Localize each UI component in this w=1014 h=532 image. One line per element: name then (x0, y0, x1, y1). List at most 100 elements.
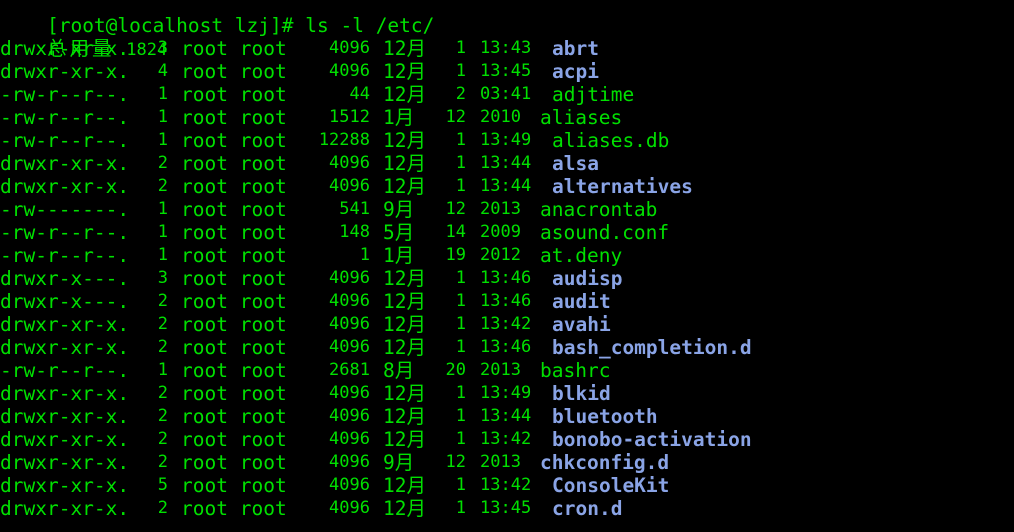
day: 1 (455, 429, 466, 449)
permissions: drwxr-xr-x. (0, 336, 130, 359)
owner-group: root root (181, 497, 287, 520)
permissions: drwxr-xr-x. (0, 175, 130, 198)
day: 1 (455, 291, 466, 311)
month: 12月 (383, 152, 426, 175)
time-or-year: 13:45 (480, 498, 532, 518)
file-size: 4096 (329, 291, 370, 311)
month: 1月 (383, 106, 415, 129)
owner: root (181, 175, 228, 198)
owner-group: root root (181, 428, 287, 451)
file-size: 44 (349, 84, 370, 104)
file-name: anacrontab (540, 198, 658, 221)
list-item: -rw-r--r--. 1 root root 1512 1月 12 2010 aliases (0, 106, 1014, 129)
time-or-year: 2012 (480, 245, 521, 265)
link-count: 3 (157, 38, 168, 58)
owner-group: root root (181, 198, 287, 221)
owner: root (181, 198, 228, 221)
list-item: drwxr-x---. 3 root root 4096 12月 1 13:46 audisp (0, 267, 1014, 290)
owner: root (181, 152, 228, 175)
group: root (239, 336, 287, 359)
owner: root (181, 451, 228, 474)
owner-group: root root (181, 37, 287, 60)
link-count: 2 (157, 498, 168, 518)
file-name: asound.conf (540, 221, 670, 244)
permissions: drwxr-xr-x. (0, 474, 130, 497)
list-item: -rw-r--r--. 1 root root 1 1月 19 2012 at.deny (0, 244, 1014, 267)
link-count: 2 (157, 406, 168, 426)
group: root (239, 129, 287, 152)
owner-group: root root (181, 382, 287, 405)
owner: root (181, 382, 228, 405)
directory-name: ConsoleKit (552, 474, 670, 497)
permissions: drwxr-xr-x. (0, 405, 130, 428)
time-or-year: 2013 (480, 199, 521, 219)
day: 1 (455, 337, 466, 357)
link-count: 1 (157, 130, 168, 150)
list-item: drwxr-xr-x. 2 root root 4096 12月 1 13:44 alsa (0, 152, 1014, 175)
month: 12月 (383, 336, 426, 359)
link-count: 1 (157, 199, 168, 219)
owner: root (181, 129, 228, 152)
owner-group: root root (181, 129, 287, 152)
list-item: drwxr-xr-x. 2 root root 4096 12月 1 13:44 altern… (0, 175, 1014, 198)
time-or-year: 13:42 (480, 475, 532, 495)
file-size: 4096 (329, 268, 370, 288)
day: 1 (455, 153, 466, 173)
month: 12月 (383, 175, 426, 198)
group: root (239, 497, 287, 520)
owner-group: root root (181, 451, 287, 474)
day: 14 (445, 222, 466, 242)
owner-group: root root (181, 106, 287, 129)
file-size: 4096 (329, 429, 370, 449)
link-count: 2 (157, 429, 168, 449)
owner: root (181, 405, 228, 428)
owner-group: root root (181, 359, 287, 382)
link-count: 2 (157, 291, 168, 311)
permissions: drwxr-xr-x. (0, 313, 130, 336)
file-listing: drwxr-xr-x. 3 root root 4096 12月 1 13:43 abrt dr… (0, 37, 1014, 520)
list-item: drwxr-xr-x. 5 root root 4096 12月 1 13:42 Consol… (0, 474, 1014, 497)
day: 1 (455, 268, 466, 288)
group: root (239, 382, 287, 405)
time-or-year: 13:44 (480, 406, 532, 426)
directory-name: abrt (552, 37, 599, 60)
owner: root (181, 290, 228, 313)
list-item: drwxr-xr-x. 2 root root 4096 12月 1 13:42 bonobo… (0, 428, 1014, 451)
time-or-year: 2013 (480, 360, 521, 380)
owner: root (181, 83, 228, 106)
time-or-year: 13:46 (480, 268, 532, 288)
link-count: 2 (157, 452, 168, 472)
directory-name: cron.d (552, 497, 623, 520)
command-line: [root@localhost lzj]# ls -l /etc/ (0, 0, 1014, 37)
list-item: -rw-r--r--. 1 root root 44 12月 2 03:41 adjtime (0, 83, 1014, 106)
month: 12月 (383, 428, 426, 451)
owner: root (181, 221, 228, 244)
owner: root (181, 474, 228, 497)
group: root (239, 428, 287, 451)
link-count: 1 (157, 245, 168, 265)
file-name: at.deny (540, 244, 623, 267)
owner-group: root root (181, 83, 287, 106)
group: root (239, 290, 287, 313)
time-or-year: 2010 (480, 107, 521, 127)
terminal-window[interactable]: [root@localhost lzj]# ls -l /etc/ 总用量 18… (0, 0, 1014, 532)
day: 1 (455, 314, 466, 334)
link-count: 5 (157, 475, 168, 495)
month: 5月 (383, 221, 415, 244)
group: root (239, 221, 287, 244)
permissions: drwxr-xr-x. (0, 152, 130, 175)
month: 12月 (383, 290, 426, 313)
time-or-year: 13:43 (480, 38, 532, 58)
link-count: 1 (157, 222, 168, 242)
list-item: drwxr-x---. 2 root root 4096 12月 1 13:46 audit (0, 290, 1014, 313)
permissions: -rw-------. (0, 198, 130, 221)
link-count: 1 (157, 84, 168, 104)
directory-name: alternatives (552, 175, 693, 198)
total-line: 总用量 1824 (0, 14, 1014, 60)
list-item: -rw-r--r--. 1 root root 148 5月 14 2009 asound.c… (0, 221, 1014, 244)
group: root (239, 60, 287, 83)
file-size: 4096 (329, 475, 370, 495)
file-name: bashrc (540, 359, 611, 382)
permissions: -rw-r--r--. (0, 83, 130, 106)
list-item: -rw-r--r--. 1 root root 12288 12月 1 13:49 alias… (0, 129, 1014, 152)
